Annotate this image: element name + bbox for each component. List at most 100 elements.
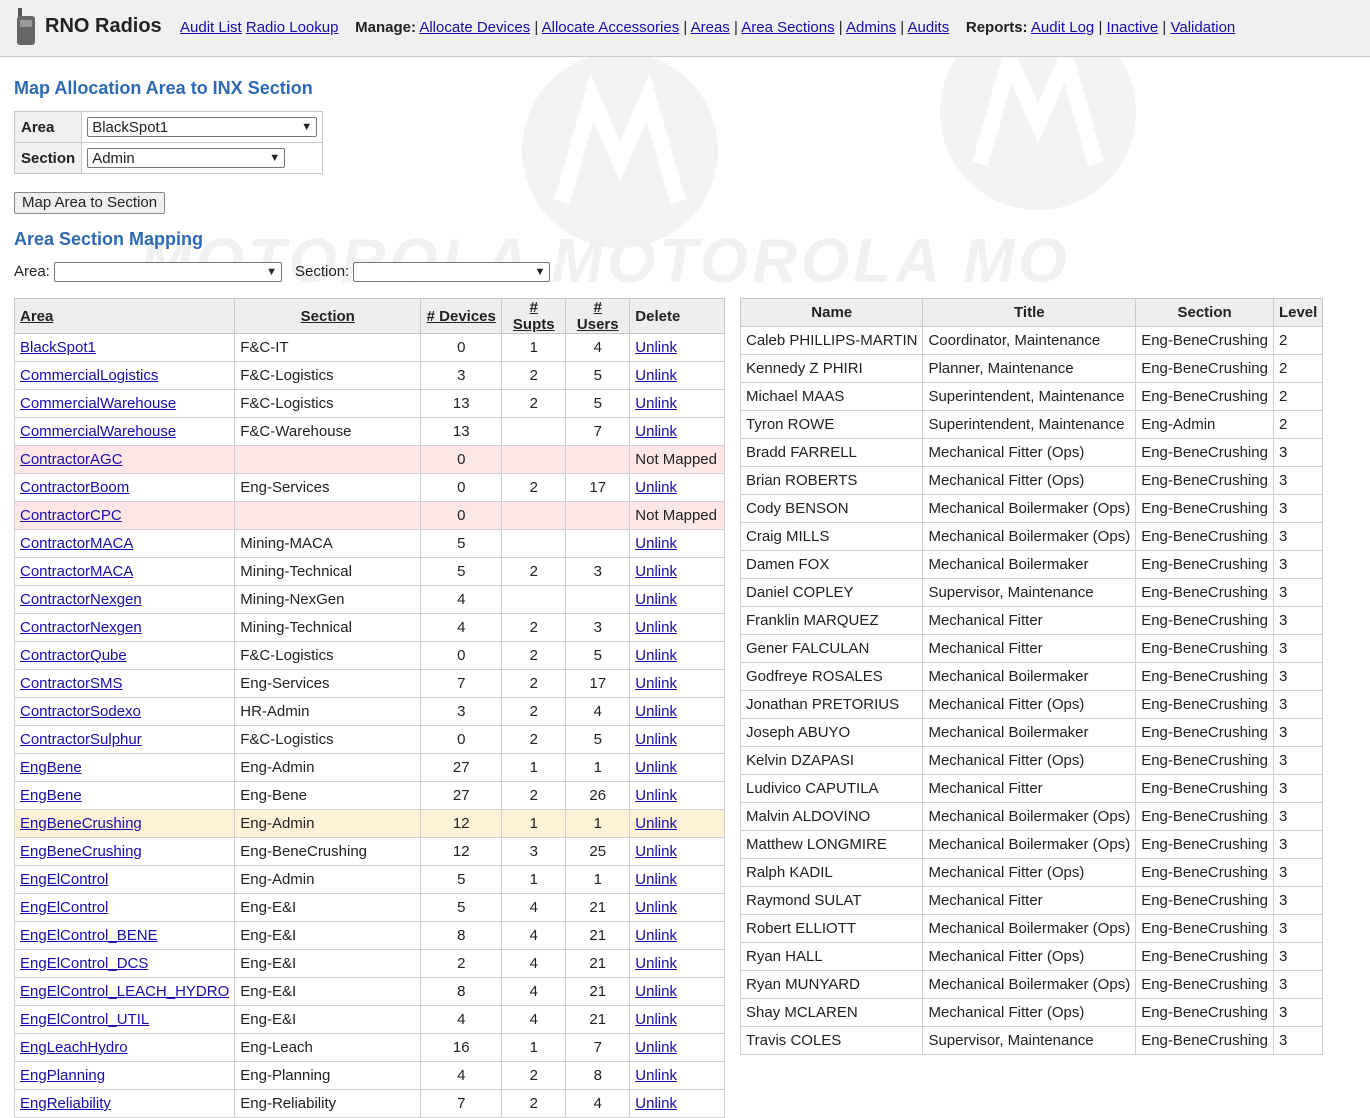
nav-inactive[interactable]: Inactive (1107, 19, 1159, 36)
user-section-cell: Eng-BeneCrushing (1135, 326, 1274, 355)
area-link[interactable]: EngPlanning (20, 1067, 105, 1084)
unlink-link[interactable]: Unlink (635, 731, 677, 748)
filter-area-select[interactable]: ▼ (54, 262, 283, 282)
unlink-link[interactable]: Unlink (635, 1067, 677, 1084)
devices-cell: 13 (420, 389, 503, 418)
nav-admins[interactable]: Admins (846, 19, 896, 36)
table-row: ContractorQube F&C-Logistics 0 2 5 Unlink (13, 641, 726, 670)
unlink-link[interactable]: Unlink (635, 367, 677, 384)
unlink-link[interactable]: Unlink (635, 703, 677, 720)
user-level-cell: 3 (1272, 970, 1324, 999)
chevron-down-icon: ▼ (269, 152, 281, 164)
unlink-link[interactable]: Unlink (635, 1095, 677, 1112)
users-cell: 21 (565, 1005, 631, 1034)
area-link[interactable]: ContractorQube (20, 647, 127, 664)
area-link[interactable]: EngElControl_UTIL (20, 1011, 149, 1028)
area-link[interactable]: EngBene (20, 759, 82, 776)
section-select[interactable]: Admin ▼ (87, 148, 286, 168)
unlink-link[interactable]: Unlink (635, 927, 677, 944)
unlink-link[interactable]: Unlink (635, 955, 677, 972)
nav-allocate-devices[interactable]: Allocate Devices (419, 19, 530, 36)
users-cell: 7 (565, 417, 631, 446)
filter-section-select[interactable]: ▼ (353, 262, 551, 282)
area-link[interactable]: CommercialLogistics (20, 367, 158, 384)
user-title-cell: Mechanical Boilermaker (Ops) (922, 494, 1137, 523)
area-link[interactable]: CommercialWarehouse (20, 395, 176, 412)
area-link[interactable]: BlackSpot1 (20, 339, 96, 356)
area-cell: EngBene (13, 781, 236, 810)
area-link[interactable]: EngReliability (20, 1095, 111, 1112)
area-link[interactable]: ContractorBoom (20, 479, 129, 496)
area-section-mapping-table: Area Section # Devices # Supts # Users D… (13, 298, 726, 1118)
map-area-to-section-button[interactable]: Map Area to Section (14, 192, 166, 214)
area-link[interactable]: ContractorSulphur (20, 731, 142, 748)
col-supts[interactable]: # Supts (501, 298, 567, 334)
col-users[interactable]: # Users (565, 298, 631, 334)
unlink-link[interactable]: Unlink (635, 535, 677, 552)
nav-area-sections[interactable]: Area Sections (741, 19, 834, 36)
col-area[interactable]: Area (13, 298, 236, 334)
unlink-link[interactable]: Unlink (635, 563, 677, 580)
area-link[interactable]: EngElControl_LEACH_HYDRO (20, 983, 229, 1000)
unlink-link[interactable]: Unlink (635, 843, 677, 860)
area-link[interactable]: ContractorCPC (20, 507, 122, 524)
area-link[interactable]: EngElControl (20, 871, 108, 888)
col-devices[interactable]: # Devices (420, 298, 503, 334)
supts-cell (501, 585, 567, 614)
unlink-link[interactable]: Unlink (635, 647, 677, 664)
unlink-link[interactable]: Unlink (635, 339, 677, 356)
area-link[interactable]: EngBeneCrushing (20, 815, 142, 832)
unlink-link[interactable]: Unlink (635, 1011, 677, 1028)
nav-validation[interactable]: Validation (1170, 19, 1235, 36)
unlink-link[interactable]: Unlink (635, 423, 677, 440)
chevron-down-icon: ▼ (534, 266, 546, 278)
devices-cell: 5 (420, 557, 503, 586)
unlink-link[interactable]: Unlink (635, 899, 677, 916)
unlink-link[interactable]: Unlink (635, 675, 677, 692)
unlink-link[interactable]: Unlink (635, 395, 677, 412)
delete-cell: Unlink (629, 949, 726, 978)
area-link[interactable]: EngLeachHydro (20, 1039, 128, 1056)
users-cell (565, 585, 631, 614)
area-link[interactable]: ContractorNexgen (20, 591, 142, 608)
area-link[interactable]: EngBeneCrushing (20, 843, 142, 860)
area-link[interactable]: EngElControl_DCS (20, 955, 148, 972)
delete-cell: Unlink (629, 1061, 726, 1090)
area-link[interactable]: ContractorNexgen (20, 619, 142, 636)
area-link[interactable]: ContractorMACA (20, 535, 133, 552)
area-link[interactable]: ContractorSMS (20, 675, 123, 692)
nav-areas[interactable]: Areas (691, 19, 730, 36)
user-name-cell: Franklin MARQUEZ (739, 606, 924, 635)
area-link[interactable]: ContractorSodexo (20, 703, 141, 720)
nav-audit-list[interactable]: Audit List (180, 19, 242, 36)
nav-radio-lookup[interactable]: Radio Lookup (246, 19, 339, 36)
user-name-cell: Robert ELLIOTT (739, 914, 924, 943)
unlink-link[interactable]: Unlink (635, 619, 677, 636)
nav-audit-log[interactable]: Audit Log (1031, 19, 1094, 36)
area-link[interactable]: EngElControl (20, 899, 108, 916)
area-link[interactable]: EngElControl_BENE (20, 927, 158, 944)
nav-audits[interactable]: Audits (908, 19, 950, 36)
unlink-link[interactable]: Unlink (635, 591, 677, 608)
area-select[interactable]: BlackSpot1 ▼ (87, 117, 318, 137)
unlink-link[interactable]: Unlink (635, 787, 677, 804)
col-section[interactable]: Section (234, 298, 422, 334)
nav-allocate-accessories[interactable]: Allocate Accessories (542, 19, 680, 36)
app-title: RNO Radios (45, 15, 162, 37)
area-link[interactable]: ContractorAGC (20, 451, 123, 468)
unlink-link[interactable]: Unlink (635, 759, 677, 776)
unlink-link[interactable]: Unlink (635, 479, 677, 496)
devices-cell: 0 (420, 445, 503, 474)
unlink-link[interactable]: Unlink (635, 815, 677, 832)
area-link[interactable]: EngBene (20, 787, 82, 804)
unlink-link[interactable]: Unlink (635, 1039, 677, 1056)
section-cell: F&C-Logistics (234, 725, 422, 754)
section-cell: F&C-Warehouse (234, 417, 422, 446)
unlink-link[interactable]: Unlink (635, 983, 677, 1000)
user-name-cell: Raymond SULAT (739, 886, 924, 915)
devices-cell: 4 (420, 585, 503, 614)
area-link[interactable]: CommercialWarehouse (20, 423, 176, 440)
area-link[interactable]: ContractorMACA (20, 563, 133, 580)
area-cell: CommercialLogistics (13, 361, 236, 390)
unlink-link[interactable]: Unlink (635, 871, 677, 888)
